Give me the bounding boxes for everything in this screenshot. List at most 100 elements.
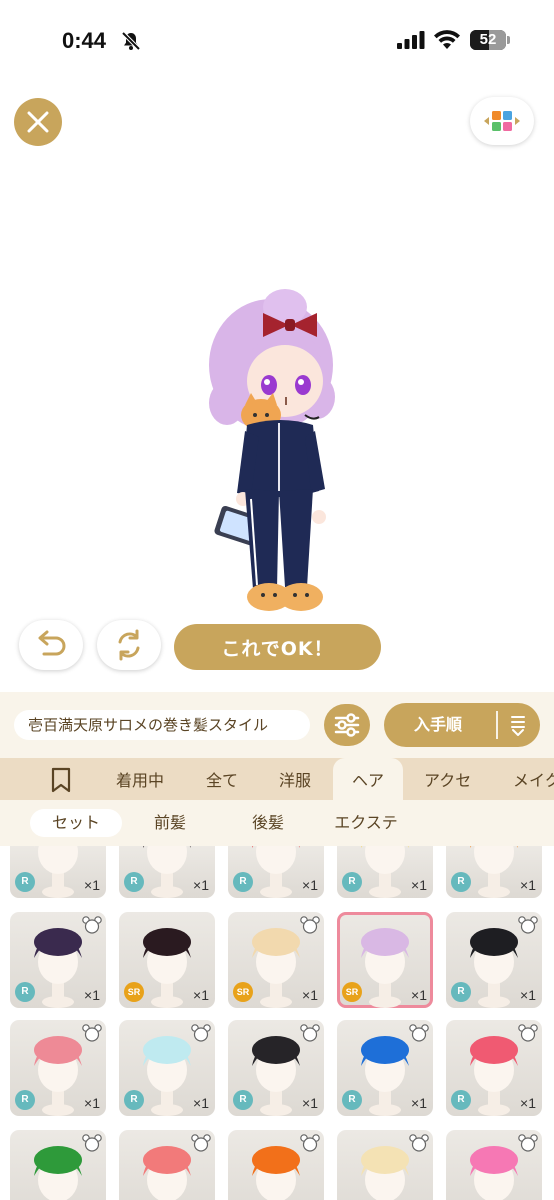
bear-badge-icon bbox=[300, 1134, 320, 1152]
hair-item-card[interactable]: R ×1 bbox=[337, 846, 433, 898]
rarity-badge: R bbox=[451, 872, 471, 892]
sort-label: 入手順 bbox=[414, 715, 463, 734]
item-count: ×1 bbox=[193, 877, 209, 893]
status-bar: 0:44 52 bbox=[0, 0, 554, 80]
undo-icon bbox=[38, 630, 66, 656]
hair-item-card[interactable]: R ×1 bbox=[446, 846, 542, 898]
undo-button[interactable] bbox=[19, 620, 83, 670]
bear-badge-icon bbox=[191, 1024, 211, 1042]
tab-clothes[interactable]: 洋服 bbox=[279, 758, 311, 800]
sort-list-icon bbox=[511, 716, 525, 736]
hair-item-card[interactable] bbox=[337, 1130, 433, 1200]
bell-muted-icon bbox=[121, 31, 141, 51]
hair-item-card[interactable]: R ×1 bbox=[10, 1020, 106, 1116]
item-info-bar: 壱百満天原サロメの巻き髪スタイル 入手順 bbox=[0, 692, 554, 758]
sort-order-button[interactable]: 入手順 bbox=[384, 703, 540, 747]
hair-item-card[interactable]: R ×1 bbox=[119, 1020, 215, 1116]
item-count: ×1 bbox=[193, 1095, 209, 1111]
item-count: ×1 bbox=[84, 877, 100, 893]
rarity-badge: R bbox=[15, 982, 35, 1002]
hair-item-card[interactable] bbox=[119, 1130, 215, 1200]
item-count: ×1 bbox=[411, 987, 427, 1003]
item-count: ×1 bbox=[193, 987, 209, 1003]
bear-badge-icon bbox=[82, 916, 102, 934]
filter-button[interactable] bbox=[324, 704, 370, 746]
hair-item-card[interactable]: R ×1 bbox=[10, 912, 106, 1008]
hair-item-card[interactable]: SR ×1 bbox=[119, 912, 215, 1008]
category-tab-bar: 着用中 全て 洋服 ヘア アクセ メイク bbox=[0, 758, 554, 800]
close-icon bbox=[27, 111, 49, 133]
rarity-badge: R bbox=[124, 1090, 144, 1110]
close-button[interactable] bbox=[14, 98, 62, 146]
rarity-badge: SR bbox=[124, 982, 144, 1002]
item-count: ×1 bbox=[411, 877, 427, 893]
hair-item-card[interactable]: R ×1 bbox=[10, 846, 106, 898]
rarity-badge: R bbox=[124, 872, 144, 892]
hair-item-card[interactable]: R ×1 bbox=[119, 846, 215, 898]
rotate-button[interactable] bbox=[97, 620, 161, 670]
item-count: ×1 bbox=[520, 987, 536, 1003]
subtab-set[interactable]: セット bbox=[30, 809, 122, 837]
subtab-back-hair[interactable]: 後髪 bbox=[222, 809, 314, 837]
bear-badge-icon bbox=[518, 1134, 538, 1152]
tab-wearing[interactable]: 着用中 bbox=[116, 758, 164, 800]
bear-badge-icon bbox=[300, 1024, 320, 1042]
bookmark-icon[interactable] bbox=[50, 767, 72, 793]
item-count: ×1 bbox=[84, 1095, 100, 1111]
rarity-badge: R bbox=[15, 872, 35, 892]
subtab-front-hair[interactable]: 前髪 bbox=[124, 809, 216, 837]
hair-item-card[interactable] bbox=[446, 1130, 542, 1200]
tab-accessories[interactable]: アクセ bbox=[424, 758, 471, 800]
bear-badge-icon bbox=[82, 1134, 102, 1152]
item-count: ×1 bbox=[520, 877, 536, 893]
bear-badge-icon bbox=[300, 916, 320, 934]
colored-grid-icon bbox=[484, 111, 520, 131]
rarity-badge: R bbox=[342, 872, 362, 892]
tab-hair[interactable]: ヘア bbox=[333, 758, 403, 800]
layout-toggle-button[interactable] bbox=[470, 97, 534, 145]
hair-item-card[interactable]: R ×1 bbox=[337, 1020, 433, 1116]
rarity-badge: R bbox=[451, 982, 471, 1002]
rarity-badge: R bbox=[15, 1090, 35, 1110]
rarity-badge: R bbox=[451, 1090, 471, 1110]
hair-item-grid: R ×1 R ×1 R ×1 R ×1 R ×1 R ×1 SR ×1 SR ×1 SR ×1 R ×1 R ×1 R ×1 R… bbox=[0, 846, 554, 1200]
hair-item-card[interactable]: R ×1 bbox=[228, 846, 324, 898]
bear-badge-icon bbox=[409, 1134, 429, 1152]
status-time: 0:44 bbox=[62, 28, 107, 53]
item-count: ×1 bbox=[84, 987, 100, 1003]
selected-item-name: 壱百満天原サロメの巻き髪スタイル bbox=[14, 710, 310, 740]
hair-item-card[interactable]: SR ×1 bbox=[337, 912, 433, 1008]
battery-level: 52 bbox=[479, 31, 497, 48]
rarity-badge: SR bbox=[233, 982, 253, 1002]
hair-item-card[interactable] bbox=[10, 1130, 106, 1200]
item-count: ×1 bbox=[520, 1095, 536, 1111]
hair-item-card[interactable] bbox=[228, 1130, 324, 1200]
sort-divider bbox=[496, 711, 498, 739]
battery-tip bbox=[507, 36, 510, 44]
confirm-ok-button[interactable]: これでOK！ bbox=[174, 624, 381, 670]
rarity-badge: R bbox=[233, 1090, 253, 1110]
wifi-icon bbox=[434, 30, 460, 49]
sliders-icon bbox=[334, 713, 360, 737]
item-count: ×1 bbox=[302, 987, 318, 1003]
hair-item-card[interactable]: R ×1 bbox=[446, 912, 542, 1008]
item-count: ×1 bbox=[302, 1095, 318, 1111]
hair-item-card[interactable]: R ×1 bbox=[228, 1020, 324, 1116]
hair-item-card[interactable]: SR ×1 bbox=[228, 912, 324, 1008]
sub-tab-bar: セット 前髪 後髪 エクステ bbox=[0, 800, 554, 846]
rarity-badge: SR bbox=[342, 982, 362, 1002]
bear-badge-icon bbox=[191, 1134, 211, 1152]
bear-badge-icon bbox=[409, 1024, 429, 1042]
bear-badge-icon bbox=[518, 916, 538, 934]
cellular-signal-icon bbox=[397, 31, 425, 49]
item-count: ×1 bbox=[411, 1095, 427, 1111]
rotate-icon bbox=[118, 629, 140, 661]
tab-all[interactable]: 全て bbox=[206, 758, 238, 800]
battery-indicator: 52 bbox=[470, 30, 506, 50]
rarity-badge: R bbox=[342, 1090, 362, 1110]
hair-item-card[interactable]: R ×1 bbox=[446, 1020, 542, 1116]
avatar-character bbox=[209, 289, 335, 611]
bear-badge-icon bbox=[82, 1024, 102, 1042]
tab-makeup[interactable]: メイク bbox=[513, 758, 554, 800]
subtab-extensions[interactable]: エクステ bbox=[318, 809, 414, 837]
